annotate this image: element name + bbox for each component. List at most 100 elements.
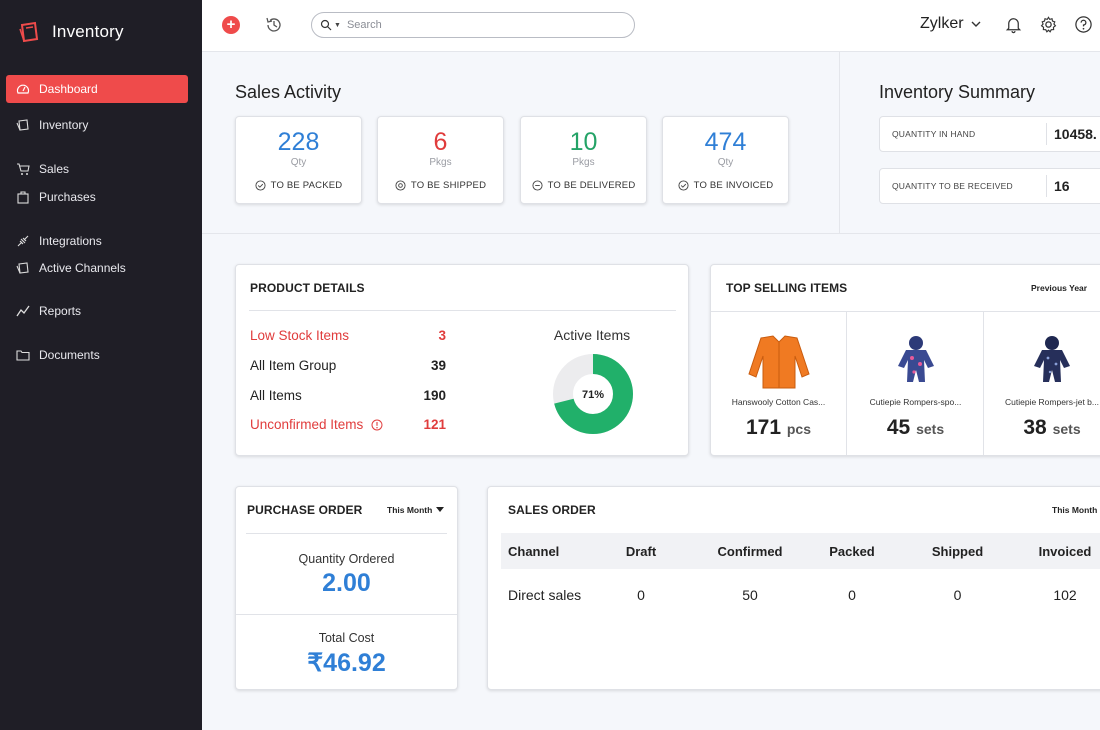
column-header-invoiced[interactable]: Invoiced bbox=[1025, 533, 1100, 569]
gear-icon[interactable] bbox=[1039, 15, 1058, 34]
invoiced-cell: 102 bbox=[1053, 587, 1077, 603]
stat-value: 474 bbox=[704, 128, 747, 156]
period-dropdown[interactable]: Previous Year bbox=[1031, 283, 1087, 293]
dashboard-icon bbox=[16, 84, 30, 94]
cart-icon bbox=[17, 163, 30, 175]
item-name: Cutiepie Rompers-spo... bbox=[869, 397, 962, 407]
item-name: Hanswooly Cotton Cas... bbox=[731, 397, 826, 407]
sidebar-item-active-channels[interactable]: Active Channels bbox=[6, 254, 188, 282]
help-icon[interactable] bbox=[1074, 15, 1093, 34]
row-value: 190 bbox=[423, 388, 446, 403]
stat-value: 228 bbox=[277, 128, 320, 156]
top-selling-item[interactable]: Cutiepie Rompers-jet b... 38 sets bbox=[984, 312, 1100, 455]
column-header-confirmed[interactable]: Confirmed bbox=[686, 533, 814, 569]
stat-label-text: TO BE SHIPPED bbox=[410, 180, 487, 191]
table-row[interactable]: Direct sales 0 50 0 0 102 bbox=[501, 569, 1100, 621]
stat-card-to-be-delivered[interactable]: 10 Pkgs TO BE DELIVERED bbox=[520, 116, 647, 204]
packed-cell: 0 bbox=[848, 587, 856, 603]
inventory-icon bbox=[16, 119, 29, 131]
check-circle-icon bbox=[678, 180, 689, 191]
search-filter-caret-icon[interactable]: ▼ bbox=[334, 22, 341, 29]
row-label: Low Stock Items bbox=[250, 328, 350, 343]
qty-unit: pcs bbox=[786, 421, 811, 437]
info-icon[interactable] bbox=[371, 419, 383, 431]
stat-label: TO BE SHIPPED bbox=[378, 180, 503, 191]
qty-unit: sets bbox=[1052, 421, 1081, 437]
org-switcher[interactable]: Zylker bbox=[920, 15, 982, 33]
sidebar-item-purchases[interactable]: Purchases bbox=[6, 183, 188, 211]
channels-icon bbox=[16, 262, 29, 274]
search-bar[interactable]: ▼ bbox=[311, 12, 635, 38]
stat-card-to-be-invoiced[interactable]: 474 Qty TO BE INVOICED bbox=[662, 116, 789, 204]
stat-label: TO BE INVOICED bbox=[663, 180, 788, 191]
stat-label-text: TO BE DELIVERED bbox=[547, 180, 636, 191]
row-value: 121 bbox=[423, 417, 446, 432]
brand[interactable]: Inventory bbox=[18, 20, 124, 44]
sidebar-item-label: Inventory bbox=[39, 118, 89, 132]
sidebar-item-documents[interactable]: Documents bbox=[6, 341, 188, 369]
shipped-cell: 0 bbox=[953, 587, 962, 603]
sidebar-item-sales[interactable]: Sales bbox=[6, 155, 188, 183]
qty-unit: sets bbox=[916, 421, 945, 437]
stat-unit: Qty bbox=[290, 157, 307, 168]
stat-unit: Pkgs bbox=[572, 157, 595, 168]
qty-value: 38 bbox=[1023, 416, 1047, 439]
all-items-row[interactable]: All Items 190 bbox=[250, 388, 446, 403]
row-label: All Item Group bbox=[250, 358, 337, 373]
sidebar-item-dashboard[interactable]: Dashboard bbox=[6, 75, 188, 103]
total-cost-label: Total Cost bbox=[318, 631, 375, 645]
romper-image bbox=[1034, 336, 1070, 382]
sidebar-item-label: Reports bbox=[39, 304, 82, 318]
panel-title: PURCHASE ORDER bbox=[247, 503, 363, 517]
section-divider bbox=[839, 52, 840, 233]
all-item-group-row[interactable]: All Item Group 39 bbox=[250, 358, 446, 373]
romper-image bbox=[898, 336, 934, 382]
minus-circle-icon bbox=[532, 180, 543, 191]
sidebar-item-label: Documents bbox=[39, 348, 100, 362]
search-input[interactable] bbox=[346, 19, 617, 31]
quantity-in-hand-row: QUANTITY IN HAND 10458. bbox=[879, 116, 1100, 152]
stat-value: 10 bbox=[569, 128, 598, 156]
sidebar-item-reports[interactable]: Reports bbox=[6, 297, 188, 325]
stat-label: TO BE DELIVERED bbox=[521, 180, 646, 191]
purchase-order-panel: PURCHASE ORDER This Month Quantity Order… bbox=[235, 486, 458, 690]
search-icon bbox=[320, 19, 332, 31]
period-label: This Month bbox=[387, 505, 433, 515]
stat-card-to-be-packed[interactable]: 228 Qty TO BE PACKED bbox=[235, 116, 362, 204]
sidebar-item-integrations[interactable]: Integrations bbox=[6, 227, 188, 255]
stat-label-text: TO BE INVOICED bbox=[693, 180, 774, 191]
target-circle-icon bbox=[395, 180, 406, 191]
divider bbox=[236, 614, 457, 615]
history-icon[interactable] bbox=[264, 15, 284, 35]
reports-icon bbox=[16, 305, 30, 317]
sidebar-item-label: Dashboard bbox=[39, 82, 98, 96]
stat-card-to-be-shipped[interactable]: 6 Pkgs TO BE SHIPPED bbox=[377, 116, 504, 204]
top-selling-item[interactable]: Hanswooly Cotton Cas... 171 pcs bbox=[711, 312, 847, 455]
sidebar-item-inventory[interactable]: Inventory bbox=[6, 111, 188, 139]
sales-order-table: Channel Draft Confirmed Packed Shipped I… bbox=[501, 533, 1100, 621]
chevron-down-icon bbox=[971, 21, 981, 27]
draft-cell: 0 bbox=[637, 587, 645, 603]
active-items-label: Active Items bbox=[553, 327, 631, 343]
column-header-packed[interactable]: Packed bbox=[814, 533, 890, 569]
low-stock-items-row[interactable]: Low Stock Items 3 bbox=[250, 328, 446, 343]
top-selling-item[interactable]: Cutiepie Rompers-spo... 45 sets bbox=[848, 312, 984, 455]
column-header-channel[interactable]: Channel bbox=[501, 533, 596, 569]
quick-create-button[interactable]: + bbox=[222, 16, 240, 34]
period-dropdown[interactable]: This Month bbox=[387, 505, 445, 515]
panel-title: PRODUCT DETAILS bbox=[250, 281, 365, 295]
sidebar-item-label: Active Channels bbox=[39, 261, 126, 275]
row-label: Unconfirmed Items bbox=[250, 417, 364, 432]
bell-icon[interactable] bbox=[1004, 15, 1023, 34]
sidebar-item-label: Integrations bbox=[39, 234, 102, 248]
item-qty: 45 sets bbox=[848, 416, 983, 440]
inventory-logo-icon bbox=[19, 21, 39, 43]
row-label-wrap: Unconfirmed Items bbox=[250, 417, 383, 432]
column-header-shipped[interactable]: Shipped bbox=[890, 533, 1025, 569]
stat-unit: Pkgs bbox=[429, 157, 452, 168]
unconfirmed-items-row[interactable]: Unconfirmed Items 121 bbox=[250, 417, 446, 432]
quantity-ordered-label: Quantity Ordered bbox=[298, 552, 395, 566]
section-divider bbox=[202, 233, 1100, 234]
period-dropdown[interactable]: This Month bbox=[1052, 505, 1097, 515]
column-header-draft[interactable]: Draft bbox=[596, 533, 686, 569]
